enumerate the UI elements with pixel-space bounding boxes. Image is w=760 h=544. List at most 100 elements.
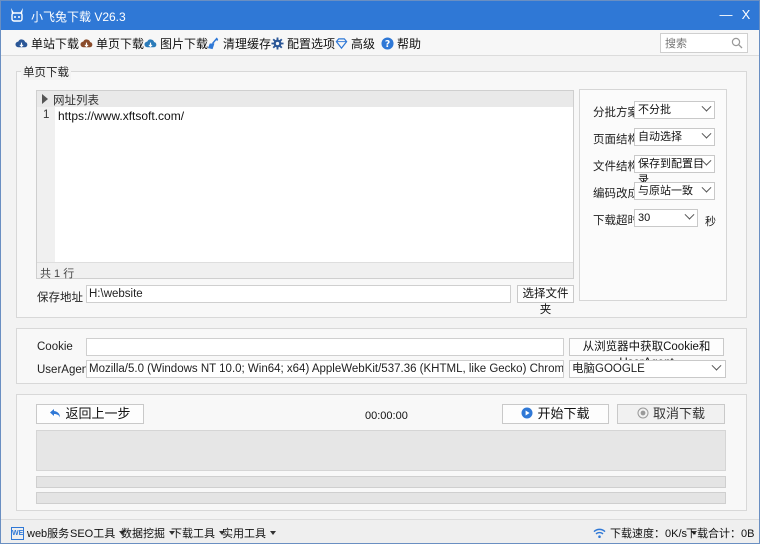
line-number-gutter — [37, 107, 55, 262]
title-bar: 小飞兔下载 V26.3 — X — [1, 1, 759, 30]
back-button-label: 返回上一步 — [65, 406, 131, 421]
get-cookie-button[interactable]: 从浏览器中获取Cookie和UserAgent — [569, 338, 724, 369]
useragent-label: UserAgent — [37, 364, 92, 376]
timeout-select[interactable]: 30 — [634, 209, 698, 227]
file-structure-select[interactable]: 保存到配置目录 — [634, 155, 715, 186]
search-icon[interactable] — [731, 37, 743, 49]
web-service-item[interactable]: WE web服务 — [11, 525, 69, 541]
toolbar-label: 配置选项 — [287, 36, 336, 51]
toolbar-site-download[interactable]: 单站下载 — [15, 34, 79, 52]
toolbar-label: 清理缓存 — [223, 36, 272, 51]
toolbar-label: 帮助 — [397, 36, 422, 51]
chevron-down-icon — [701, 101, 712, 112]
minimize-button[interactable]: — — [717, 6, 735, 24]
useragent-preset-select[interactable]: 电脑GOOGLE — [569, 360, 726, 378]
menu-label: SEO工具 — [70, 528, 116, 540]
window-title: 小飞兔下载 V26.3 — [31, 10, 126, 24]
back-arrow-icon — [50, 409, 61, 418]
menu-label: 实用工具 — [222, 528, 266, 540]
caret-down-icon — [270, 531, 276, 535]
cloud-download-icon — [144, 38, 157, 47]
save-path-label: 保存地址 — [37, 292, 83, 304]
progress-bar-current — [36, 492, 726, 504]
download-speed-text: 下载速度：0K/s — [610, 528, 688, 540]
menu-label: 下载工具 — [171, 528, 215, 540]
gear-icon — [271, 36, 284, 50]
file-structure-label: 文件结构 — [593, 161, 639, 173]
back-button[interactable]: 返回上一步 — [36, 404, 144, 424]
download-speed: 下载速度：0K/s — [593, 525, 698, 541]
elapsed-timer: 00:00:00 — [365, 410, 408, 422]
toolbar-advanced[interactable]: 高级 — [335, 34, 375, 52]
app-window: 小飞兔下载 V26.3 — X 单站下载 单页下载 图片下载 清理缓存 配置选项… — [0, 0, 760, 544]
toolbar-label: 图片下载 — [160, 36, 209, 51]
utility-tools-menu[interactable]: 实用工具 — [222, 525, 276, 541]
cancel-button-label: 取消下载 — [652, 406, 705, 421]
cloud-download-icon — [15, 38, 28, 47]
web-service-label: web服务 — [27, 528, 70, 540]
useragent-input[interactable]: Mozilla/5.0 (Windows NT 10.0; Win64; x64… — [86, 360, 564, 378]
menu-label: 数据挖掘 — [121, 528, 165, 540]
chevron-down-icon — [711, 360, 722, 371]
start-button-label: 开始下载 — [537, 406, 590, 421]
collapse-triangle-icon[interactable] — [42, 94, 48, 104]
encoding-label: 编码改成 — [593, 188, 639, 200]
batch-plan-label: 分批方案 — [593, 107, 639, 119]
toolbar-image-download[interactable]: 图片下载 — [144, 34, 208, 52]
select-value: 30 — [638, 212, 651, 224]
chevron-down-icon — [684, 209, 695, 220]
cloud-download-icon — [80, 38, 93, 47]
url-line-text[interactable]: https://www.xftsoft.com/ — [58, 109, 184, 123]
choose-folder-button[interactable]: 选择文件夹 — [517, 285, 574, 316]
select-value: 与原站一致 — [638, 185, 693, 197]
start-download-button[interactable]: 开始下载 — [502, 404, 609, 424]
broom-icon — [207, 36, 219, 49]
toolbar-settings[interactable]: 配置选项 — [271, 34, 335, 52]
batch-plan-select[interactable]: 不分批 — [634, 101, 715, 119]
stop-icon — [637, 407, 649, 419]
status-bar: WE web服务 SEO工具 数据挖掘 下载工具 实用工具 下载速度：0K/s … — [1, 519, 759, 543]
select-value: 自动选择 — [638, 131, 682, 143]
log-output — [36, 430, 726, 471]
select-value: 不分批 — [638, 104, 671, 116]
cookie-label: Cookie — [37, 341, 73, 353]
progress-bar-total — [36, 476, 726, 488]
seo-tools-menu[interactable]: SEO工具 — [70, 525, 126, 541]
page-structure-label: 页面结构 — [593, 134, 639, 146]
web-service-icon: WE — [11, 526, 24, 540]
encoding-select[interactable]: 与原站一致 — [634, 182, 715, 200]
help-icon: ? — [381, 36, 394, 49]
line-number: 1 — [43, 109, 50, 121]
cancel-download-button[interactable]: 取消下载 — [617, 404, 725, 424]
group-title: 单页下载 — [21, 64, 71, 80]
toolbar: 单站下载 单页下载 图片下载 清理缓存 配置选项 高级 ? 帮助 — [1, 30, 759, 56]
editor-header-label: 网址列表 — [53, 95, 99, 107]
select-value: 电脑GOOGLE — [572, 363, 645, 375]
url-list-editor[interactable]: 网址列表 1 https://www.xftsoft.com/ 共 1 行 — [36, 90, 574, 280]
close-button[interactable]: X — [737, 6, 755, 24]
download-tools-menu[interactable]: 下载工具 — [171, 525, 225, 541]
chevron-down-icon — [701, 182, 712, 193]
search-box — [660, 33, 748, 53]
search-input[interactable] — [665, 36, 727, 51]
toolbar-page-download[interactable]: 单页下载 — [80, 34, 144, 52]
toolbar-clear-cache[interactable]: 清理缓存 — [207, 34, 271, 52]
rabbit-logo-icon — [11, 8, 23, 22]
play-icon — [521, 407, 533, 419]
svg-text:?: ? — [385, 38, 390, 49]
chevron-down-icon — [701, 128, 712, 139]
wifi-icon — [593, 528, 606, 538]
timeout-unit: 秒 — [705, 216, 716, 228]
toolbar-label: 单页下载 — [96, 36, 145, 51]
toolbar-label: 高级 — [351, 36, 376, 51]
toolbar-help[interactable]: ? 帮助 — [381, 34, 421, 52]
save-path-input[interactable]: H:\website — [86, 285, 511, 303]
editor-footer: 共 1 行 — [37, 262, 573, 280]
data-mining-menu[interactable]: 数据挖掘 — [121, 525, 175, 541]
cookie-input[interactable] — [86, 338, 564, 356]
download-total: 下载合计：0B — [686, 525, 754, 541]
timeout-label: 下载超时 — [593, 215, 639, 227]
diamond-icon — [335, 37, 348, 49]
page-structure-select[interactable]: 自动选择 — [634, 128, 715, 146]
editor-header[interactable]: 网址列表 — [37, 91, 573, 107]
